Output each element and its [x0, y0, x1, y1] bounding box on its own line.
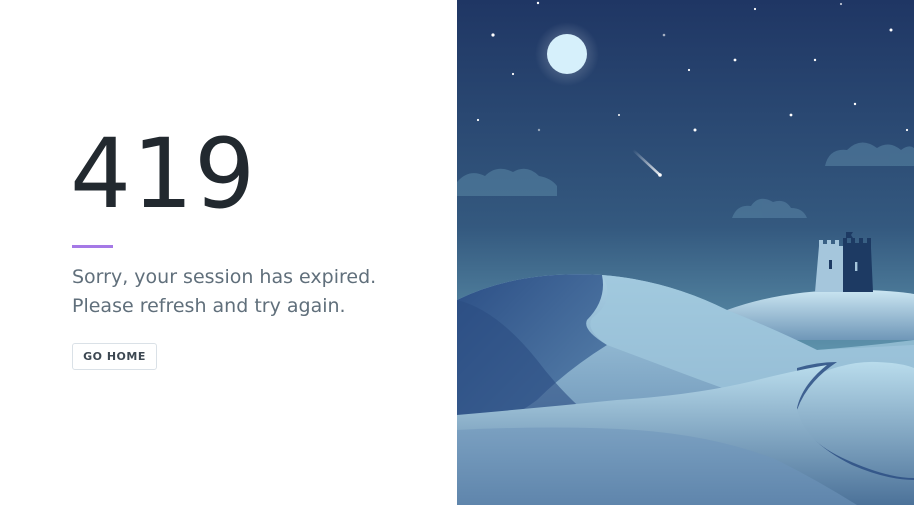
error-message: Sorry, your session has expired. Please … [72, 263, 442, 321]
error-message-line-2: Please refresh and try again. [72, 295, 346, 317]
error-panel: 419 Sorry, your session has expired. Ple… [0, 0, 457, 505]
night-desert-castle-icon [457, 0, 914, 505]
moon-icon [547, 34, 587, 74]
error-message-line-1: Sorry, your session has expired. [72, 266, 377, 288]
accent-divider [72, 245, 113, 248]
night-desert-illustration [457, 0, 914, 505]
go-home-button[interactable]: GO HOME [72, 343, 157, 370]
error-code: 419 [70, 118, 257, 230]
